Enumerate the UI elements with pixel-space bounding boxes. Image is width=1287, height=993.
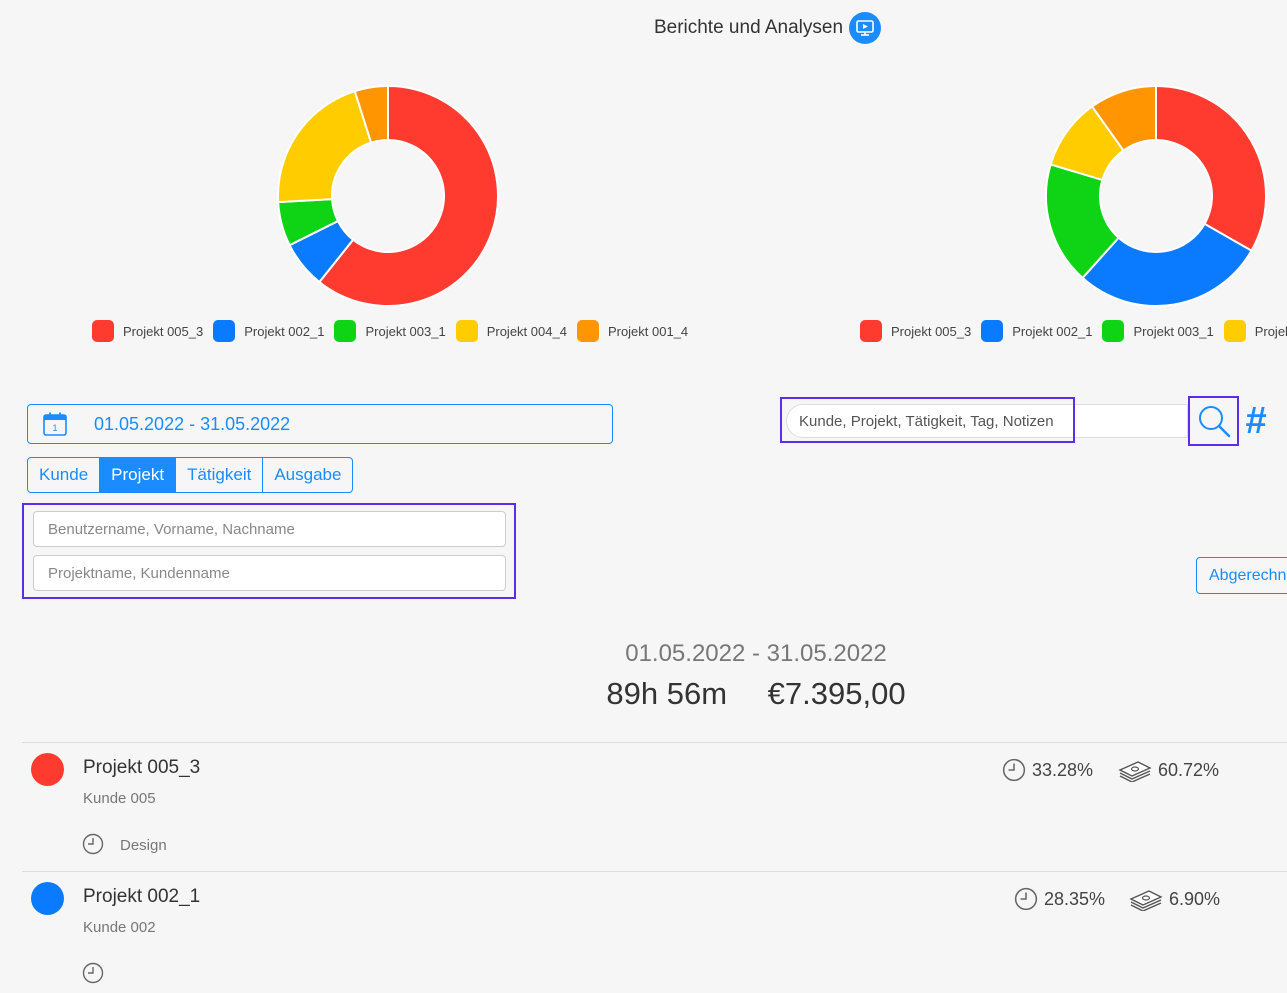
legend-swatch (334, 320, 357, 342)
tab-ausgabe[interactable]: Ausgabe (262, 457, 354, 493)
tab-taetigkeit[interactable]: Tätigkeit (175, 457, 264, 493)
legend-label: Projekt 005_3 (891, 323, 972, 339)
page-header: Berichte und Analysen (0, 12, 1287, 44)
clock-icon (82, 833, 104, 855)
legend-item[interactable]: Projekt 005_3 (860, 320, 971, 342)
search-icon (1198, 406, 1230, 438)
legend-label: Projekt 002_1 (244, 323, 325, 339)
legend-swatch (981, 320, 1004, 342)
clock-icon (1014, 887, 1038, 911)
page-title: Berichte und Analysen (653, 17, 844, 38)
chart-legend-2: Projekt 005_3 Projekt 002_1 Projekt 003_1 P… (860, 320, 1287, 342)
row-client: Kunde 002 (83, 919, 156, 936)
row-client: Kunde 005 (83, 790, 156, 807)
monitor-play-icon[interactable] (849, 12, 882, 44)
legend-item[interactable]: Projekt 004_4 (455, 320, 567, 342)
legend-swatch (455, 320, 478, 342)
donut-slice-projekt-004_4[interactable] (277, 89, 373, 204)
legend-label: Projekt 001_4 (607, 323, 689, 339)
row-title: Projekt 002_1 (83, 886, 201, 907)
time-share-value: 28.35% (1044, 888, 1106, 909)
time-share: 33.28% (1002, 758, 1093, 782)
legend-swatch (213, 320, 236, 342)
legend-label: Projekt 002_1 (1012, 323, 1093, 339)
legend-label: Projekt 004_4 (486, 323, 567, 339)
legend-item[interactable]: Projekt 003_1 (1102, 320, 1214, 342)
billed-button[interactable]: Abgerechnet (1196, 557, 1287, 594)
donut-slice-projekt-005_3[interactable] (1155, 84, 1267, 253)
money-share: 6.90% (1129, 887, 1220, 911)
date-range-value: 01.05.2022 - 31.05.2022 (94, 413, 291, 434)
donut-chart-cost (277, 84, 499, 307)
user-filter-input[interactable]: Benutzername, Vorname, Nachname (33, 511, 506, 547)
legend-swatch (860, 320, 882, 342)
legend-item[interactable]: Projekt 005_3 (92, 320, 203, 342)
time-share-value: 33.28% (1032, 759, 1094, 780)
tab-kunde[interactable]: Kunde (27, 457, 101, 493)
legend-swatch (1223, 320, 1246, 342)
svg-text:1: 1 (52, 423, 57, 433)
clock-icon (82, 962, 104, 984)
search-button[interactable] (1188, 396, 1239, 446)
summary-totals: 89h 56m €7.395,00 (0, 676, 1287, 712)
project-color-dot (31, 753, 64, 786)
legend-label: Projekt 003_1 (1133, 323, 1214, 339)
summary-amount: €7.395,00 (767, 676, 906, 711)
date-range-picker[interactable]: 1 01.05.2022 - 31.05.2022 (27, 404, 613, 444)
tab-projekt[interactable]: Projekt (99, 457, 177, 493)
legend-item[interactable]: Projekt (1223, 320, 1287, 342)
search-input-highlight (780, 397, 1075, 443)
money-share-value: 6.90% (1169, 888, 1221, 909)
money-stack-icon (1118, 761, 1152, 782)
legend-item[interactable]: Projekt 002_1 (213, 320, 324, 342)
time-share: 28.35% (1014, 887, 1105, 911)
legend-label: Projekt 005_3 (123, 323, 204, 339)
table-row[interactable]: Projekt 002_1 Kunde 002 28.35% 6.90% (22, 872, 1287, 993)
money-share: 60.72% (1118, 758, 1219, 782)
summary-range: 01.05.2022 - 31.05.2022 (625, 640, 887, 667)
legend-swatch (1102, 320, 1125, 342)
summary-hours: 89h 56m (606, 676, 728, 711)
project-color-dot (31, 882, 64, 915)
money-share-value: 60.72% (1158, 759, 1220, 780)
legend-item[interactable]: Projekt 002_1 (981, 320, 1092, 342)
legend-item[interactable]: Projekt 001_4 (576, 320, 689, 342)
calendar-icon: 1 (43, 412, 67, 436)
clock-icon (1002, 758, 1026, 782)
legend-label: Projekt (1254, 323, 1287, 339)
legend-label: Projekt 003_1 (365, 323, 446, 339)
filter-inputs-group: Benutzername, Vorname, Nachname Projektn… (22, 503, 516, 599)
legend-item[interactable]: Projekt 003_1 (334, 320, 446, 342)
legend-swatch (576, 320, 599, 342)
table-row[interactable]: Projekt 005_3 Kunde 005 Design 33.28% 60… (22, 743, 1287, 871)
hashtag-icon[interactable]: # (1245, 400, 1266, 443)
money-stack-icon (1129, 890, 1163, 911)
row-activity: Design (120, 837, 167, 854)
row-title: Projekt 005_3 (83, 757, 201, 778)
donut-chart-time (1045, 84, 1267, 307)
project-filter-input[interactable]: Projektname, Kundenname (33, 555, 506, 591)
group-by-tabs: Kunde Projekt Tätigkeit Ausgabe (27, 457, 354, 493)
chart-legend-1: Projekt 005_3 Projekt 002_1 Projekt 003_1 P… (92, 320, 698, 342)
legend-swatch (92, 320, 114, 342)
